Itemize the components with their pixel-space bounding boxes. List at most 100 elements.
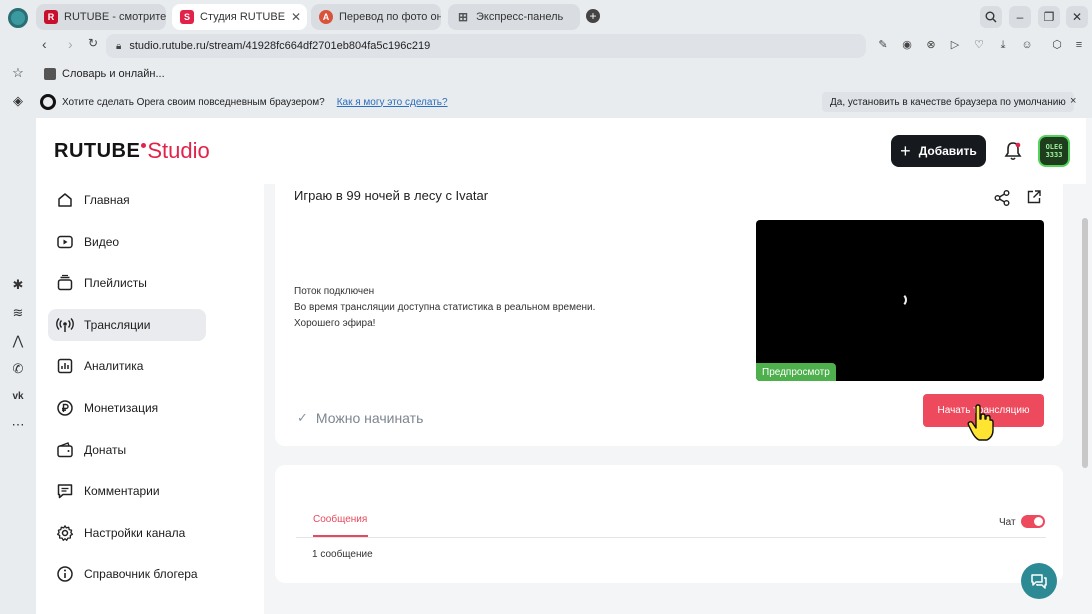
- search-tabs-icon[interactable]: [980, 6, 1002, 28]
- nav-item-video[interactable]: Видео: [48, 226, 206, 258]
- adblock-icon[interactable]: ⊗: [924, 38, 938, 52]
- ready-text: Можно начинать: [315, 410, 424, 426]
- bookmark-favicon-icon: [44, 68, 56, 80]
- vk-icon[interactable]: vk: [9, 388, 27, 406]
- tabs-divider: [296, 537, 1046, 538]
- aria-icon[interactable]: ✱: [9, 276, 27, 294]
- add-button[interactable]: + Добавить: [891, 135, 986, 167]
- star-icon[interactable]: ☆: [9, 64, 27, 82]
- bookmarks-bar: Словарь и онлайн...: [36, 62, 1092, 86]
- heart-icon[interactable]: ♡: [972, 38, 986, 52]
- stream-title: Играю в 99 ночей в лесу с Ivatar: [294, 188, 489, 203]
- chat-toggle-label: Чат: [999, 517, 1016, 528]
- opera-logo-icon[interactable]: [8, 8, 28, 28]
- url-bar[interactable]: 🔒︎ studio.rutube.ru/stream/41928fc664df2…: [106, 34, 866, 58]
- close-window-icon[interactable]: ✕: [1066, 6, 1088, 28]
- share-icon[interactable]: [993, 189, 1011, 207]
- nav-item-label: Плейлисты: [84, 276, 147, 290]
- message-count: 1 сообщение: [312, 549, 373, 560]
- logo-dot: [141, 143, 147, 148]
- stack-icon[interactable]: ≋: [9, 304, 27, 322]
- new-tab-icon[interactable]: +: [586, 9, 600, 23]
- info-icon: [56, 565, 74, 583]
- external-link-icon[interactable]: [1026, 189, 1042, 205]
- nav-item-blogger-guide[interactable]: Справочник блогера: [48, 558, 206, 590]
- nav-item-label: Аналитика: [84, 359, 144, 373]
- rutube-studio-icon: S: [180, 10, 194, 24]
- tab-messages[interactable]: Сообщения: [313, 514, 367, 525]
- nav-item-monetization[interactable]: Монетизация: [48, 392, 206, 424]
- browser-chrome: R RUTUBE - смотрите вид S Студия RUTUBE …: [0, 0, 1092, 118]
- whatsapp-icon[interactable]: ✆: [9, 360, 27, 378]
- preview-badge: Предпросмотр: [756, 363, 836, 381]
- studio-header: RUTUBE Studio + Добавить OLEG 3333: [36, 118, 1086, 184]
- nav-item-label: Настройки канала: [84, 526, 186, 540]
- compass-icon[interactable]: ◈: [9, 92, 27, 110]
- nav-item-home[interactable]: Главная: [48, 184, 206, 216]
- translate-icon: A: [319, 10, 333, 24]
- page-scrollbar[interactable]: [1082, 218, 1088, 468]
- rutube-icon: R: [44, 10, 58, 24]
- tab-close-icon[interactable]: ✕: [285, 10, 301, 24]
- tab-title: Перевод по фото онла: [339, 11, 441, 23]
- menu-icon[interactable]: ≡: [1072, 38, 1086, 52]
- hand-cursor-icon: [967, 404, 994, 441]
- lock-icon: 🔒︎: [116, 40, 122, 52]
- check-icon: ✓: [297, 410, 308, 425]
- nav-item-label: Монетизация: [84, 401, 159, 415]
- minimize-icon[interactable]: –: [1009, 6, 1031, 28]
- comment-icon: [56, 482, 74, 500]
- browser-tab-rutube[interactable]: R RUTUBE - смотрите вид: [36, 4, 166, 30]
- stream-status: Поток подключен Во время трансляции дост…: [294, 284, 595, 332]
- nav-item-broadcasts[interactable]: Трансляции: [48, 309, 206, 341]
- nav-item-donations[interactable]: Донаты: [48, 434, 206, 466]
- nav-item-label: Главная: [84, 193, 130, 207]
- bookmark-item[interactable]: Словарь и онлайн...: [62, 68, 165, 80]
- notifications-bell-icon[interactable]: [1002, 140, 1024, 162]
- vk-arrow-icon[interactable]: ⋀: [9, 332, 27, 350]
- playlist-icon: [56, 274, 74, 292]
- add-button-label: Добавить: [918, 144, 977, 158]
- stream-preview-player[interactable]: Предпросмотр: [756, 220, 1044, 381]
- status-line: Хорошего эфира!: [294, 318, 376, 329]
- extensions-icon[interactable]: ⬡: [1050, 38, 1064, 52]
- nav-item-playlists[interactable]: Плейлисты: [48, 267, 206, 299]
- ruble-icon: [56, 399, 74, 417]
- more-icon[interactable]: ⋯: [9, 416, 27, 434]
- wallet-icon: [56, 441, 74, 459]
- logo-rutube: RUTUBE: [54, 140, 141, 162]
- user-avatar[interactable]: OLEG 3333: [1038, 135, 1070, 167]
- address-row: ‹ › ↻ 🔒︎ studio.rutube.ru/stream/41928fc…: [36, 32, 1092, 58]
- default-browser-infobar: Хотите сделать Opera своим повседневным …: [36, 90, 1092, 114]
- studio-sidebar: Главная Видео Плейлисты Трансляции Анали…: [36, 184, 264, 614]
- grid-icon: ⊞: [457, 10, 469, 24]
- back-icon[interactable]: ‹: [42, 36, 47, 52]
- restore-icon[interactable]: ❐: [1038, 6, 1060, 28]
- home-icon: [56, 191, 74, 209]
- set-default-button[interactable]: Да, установить в качестве браузера по ум…: [822, 92, 1074, 112]
- video-icon: [56, 233, 74, 251]
- nav-item-label: Трансляции: [84, 318, 151, 332]
- browser-tab-translate[interactable]: A Перевод по фото онла: [311, 4, 441, 30]
- profile-icon[interactable]: ☺: [1020, 38, 1034, 52]
- chat-toggle[interactable]: [1021, 515, 1045, 528]
- nav-item-comments[interactable]: Комментарии: [48, 475, 206, 507]
- forward-icon[interactable]: ›: [68, 36, 73, 52]
- rutube-studio-logo[interactable]: RUTUBE Studio: [54, 140, 210, 163]
- infobar-close-icon[interactable]: ×: [1070, 95, 1076, 107]
- browser-tab-express[interactable]: ⊞ Экспресс-панель: [448, 4, 580, 30]
- download-icon[interactable]: ⤓: [996, 38, 1010, 52]
- help-chat-button[interactable]: [1021, 563, 1057, 599]
- camera-icon[interactable]: ◉: [900, 38, 914, 52]
- browser-tab-studio[interactable]: S Студия RUTUBE ✕: [172, 4, 307, 30]
- opera-sidebar: ☆ ◈ ✱ ≋ ⋀ ✆ vk ⋯: [0, 58, 36, 614]
- chat-bubble-icon: [1031, 574, 1047, 589]
- nav-item-analytics[interactable]: Аналитика: [48, 350, 206, 382]
- infobar-link[interactable]: Как я могу это сделать?: [337, 97, 448, 108]
- reload-icon[interactable]: ↻: [88, 36, 98, 50]
- nav-item-label: Комментарии: [84, 484, 160, 498]
- play-icon[interactable]: ▷: [948, 38, 962, 52]
- edit-icon[interactable]: ✎: [876, 38, 890, 52]
- nav-item-channel-settings[interactable]: Настройки канала: [48, 517, 206, 549]
- nav-item-label: Донаты: [84, 443, 127, 457]
